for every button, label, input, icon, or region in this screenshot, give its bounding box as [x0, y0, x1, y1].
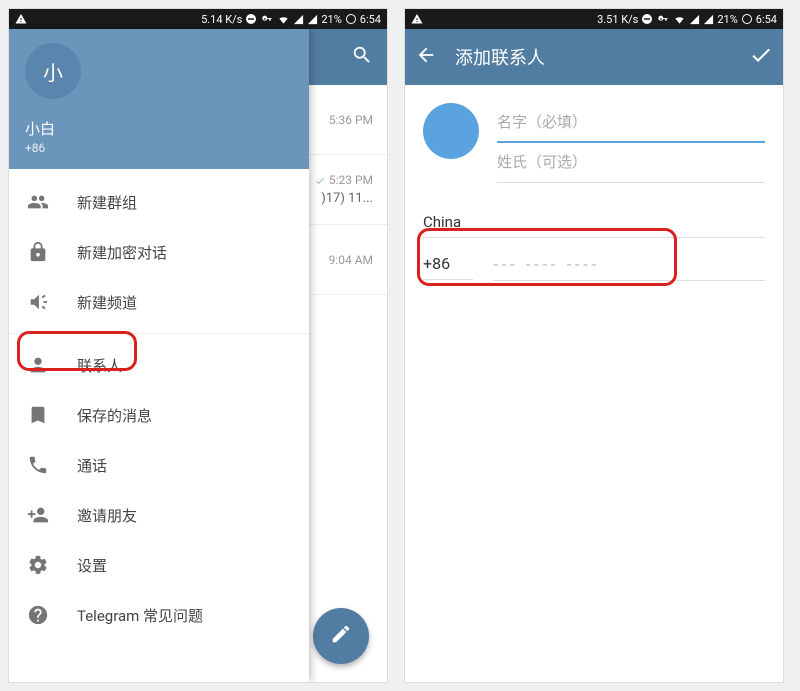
battery-circle-icon [345, 13, 357, 25]
pencil-icon [330, 623, 352, 649]
contact-avatar [423, 103, 479, 159]
menu-faq[interactable]: Telegram 常见问题 [9, 590, 309, 640]
menu-label: 通话 [77, 455, 107, 476]
compose-fab[interactable] [313, 608, 369, 664]
avatar-letter: 小 [43, 57, 63, 86]
drawer-header[interactable]: 小 小白 +86 [9, 29, 309, 169]
battery-percent: 21% [321, 13, 341, 26]
last-name-field[interactable] [497, 143, 765, 183]
vpn-key-icon [260, 14, 274, 24]
menu-label: 新建频道 [77, 292, 137, 313]
warning-icon [411, 13, 423, 25]
wifi-icon [673, 14, 686, 25]
menu-label: 保存的消息 [77, 405, 152, 426]
signal-icon-2 [307, 14, 318, 25]
menu-new-group[interactable]: 新建群组 [9, 177, 309, 227]
first-name-field[interactable] [497, 103, 765, 143]
menu-settings[interactable]: 设置 [9, 540, 309, 590]
dnd-icon [641, 13, 653, 25]
battery-circle-icon [741, 13, 753, 25]
person-add-icon [27, 504, 49, 526]
menu-label: 设置 [77, 555, 107, 576]
menu-saved[interactable]: 保存的消息 [9, 390, 309, 440]
clock-time: 6:54 [360, 13, 381, 26]
user-avatar[interactable]: 小 [25, 43, 81, 99]
back-icon[interactable] [415, 44, 437, 70]
menu-label: 新建加密对话 [77, 242, 167, 263]
check-icon[interactable] [749, 43, 773, 71]
menu-label: 邀请朋友 [77, 505, 137, 526]
dnd-icon [245, 13, 257, 25]
phone-icon [27, 454, 49, 476]
signal-icon-2 [703, 14, 714, 25]
warning-icon [15, 13, 27, 25]
gear-icon [27, 554, 49, 576]
signal-icon [293, 14, 304, 25]
annotation-highlight-contacts [17, 331, 137, 371]
user-phone: +86 [25, 141, 293, 155]
menu-invite[interactable]: 邀请朋友 [9, 490, 309, 540]
page-title: 添加联系人 [455, 44, 731, 70]
annotation-highlight-phone [417, 228, 677, 286]
megaphone-icon [27, 291, 49, 313]
menu-calls[interactable]: 通话 [9, 440, 309, 490]
menu-new-secret[interactable]: 新建加密对话 [9, 227, 309, 277]
clock-time: 6:54 [756, 13, 777, 26]
add-contact-header: 添加联系人 [405, 29, 783, 85]
chat-preview: )17) 11... [321, 191, 373, 206]
chat-time: 5:23 PM [314, 173, 373, 187]
search-icon[interactable] [351, 44, 373, 70]
user-name: 小白 [25, 118, 293, 139]
help-icon [27, 604, 49, 626]
drawer-menu: 新建群组 新建加密对话 新建频道 联系人 保存的消息 通话 [9, 169, 309, 682]
bookmark-icon [27, 404, 49, 426]
group-icon [27, 191, 49, 213]
menu-label: 新建群组 [77, 192, 137, 213]
signal-icon [689, 14, 700, 25]
network-speed: 5.14 K/s [201, 13, 242, 26]
wifi-icon [277, 14, 290, 25]
status-bar: 5.14 K/s 21% 6:54 [9, 9, 387, 29]
menu-label: Telegram 常见问题 [77, 605, 203, 626]
chat-time: 5:36 PM [329, 113, 373, 127]
add-contact-screen: 3.51 K/s 21% 6:54 添加联系人 China [404, 8, 784, 683]
vpn-key-icon [656, 14, 670, 24]
lock-icon [27, 241, 49, 263]
chat-time: 9:04 AM [329, 253, 373, 267]
network-speed: 3.51 K/s [597, 13, 638, 26]
drawer-screen: 5.14 K/s 21% 6:54 5:36 PM 5:23 PM )17) 1… [8, 8, 388, 683]
status-bar: 3.51 K/s 21% 6:54 [405, 9, 783, 29]
battery-percent: 21% [717, 13, 737, 26]
menu-new-channel[interactable]: 新建频道 [9, 277, 309, 327]
